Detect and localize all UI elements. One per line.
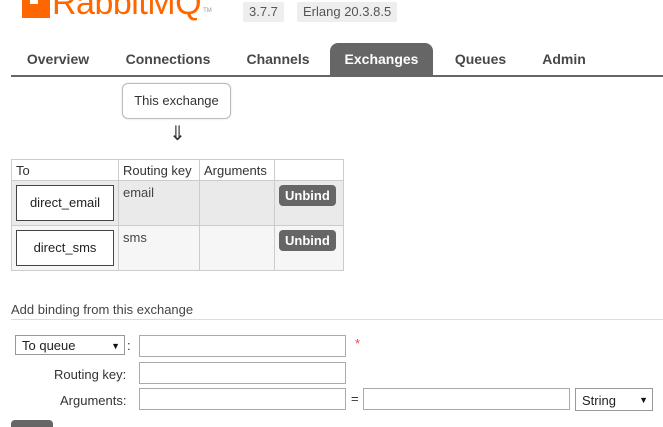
down-arrow-icon: ⇓: [169, 121, 186, 145]
unbind-button[interactable]: Unbind: [279, 185, 336, 206]
table-row: direct_sms sms Unbind: [11, 225, 344, 271]
equals-sign: =: [351, 391, 359, 406]
binding-destination-link[interactable]: direct_email: [16, 185, 114, 221]
tab-channels[interactable]: Channels: [235, 43, 321, 75]
routing-key-input[interactable]: [139, 362, 346, 384]
destination-type-value: To queue: [22, 338, 76, 353]
binding-arguments: [200, 181, 274, 185]
tab-connections[interactable]: Connections: [115, 43, 221, 75]
rabbitmq-logo-icon: [22, 0, 50, 18]
source-exchange-box: This exchange: [122, 83, 231, 119]
section-divider: [11, 319, 663, 320]
logo-trademark: TM: [203, 8, 212, 14]
argument-type-value: String: [582, 393, 616, 408]
binding-arguments: [200, 226, 274, 230]
argument-value-input[interactable]: [363, 388, 570, 410]
argument-key-input[interactable]: [139, 388, 346, 410]
bindings-table: To Routing key Arguments direct_email em…: [11, 159, 344, 271]
binding-destination-link[interactable]: direct_sms: [16, 230, 114, 266]
routing-key-label: Routing key:: [54, 367, 127, 382]
tab-admin[interactable]: Admin: [531, 43, 597, 75]
tab-queues[interactable]: Queues: [444, 43, 517, 75]
erlang-version-badge: Erlang 20.3.8.5: [297, 2, 398, 22]
add-binding-section-title[interactable]: Add binding from this exchange: [11, 302, 193, 317]
tab-exchanges[interactable]: Exchanges: [330, 43, 433, 75]
bind-button[interactable]: [11, 420, 53, 427]
tab-overview[interactable]: Overview: [11, 43, 105, 75]
column-header-routing-key: Routing key: [118, 159, 200, 181]
binding-routing-key: sms: [123, 230, 147, 245]
dropdown-caret-icon: ▼: [111, 341, 120, 351]
main-nav-tabs: Overview Connections Channels Exchanges …: [11, 43, 663, 77]
column-header-actions: [274, 159, 344, 181]
argument-type-select[interactable]: String ▼: [575, 388, 653, 411]
rabbitmq-logo[interactable]: RabbitMQ TM: [22, 0, 212, 20]
logo-text: RabbitMQ: [52, 0, 202, 22]
destination-type-select[interactable]: To queue ▼: [15, 335, 125, 355]
table-row: direct_email email Unbind: [11, 180, 344, 226]
arguments-label: Arguments:: [60, 393, 127, 408]
binding-routing-key: email: [123, 185, 155, 200]
required-marker: *: [355, 336, 361, 351]
rabbitmq-management-page: RabbitMQ TM 3.7.7 Erlang 20.3.8.5 Overvi…: [0, 0, 663, 427]
destination-name-input[interactable]: [139, 335, 346, 357]
unbind-button[interactable]: Unbind: [279, 230, 336, 251]
version-badge: 3.7.7: [243, 2, 284, 22]
dropdown-caret-icon: ▼: [639, 395, 648, 405]
colon-label: :: [127, 338, 131, 353]
column-header-to: To: [11, 159, 119, 181]
column-header-arguments: Arguments: [199, 159, 275, 181]
